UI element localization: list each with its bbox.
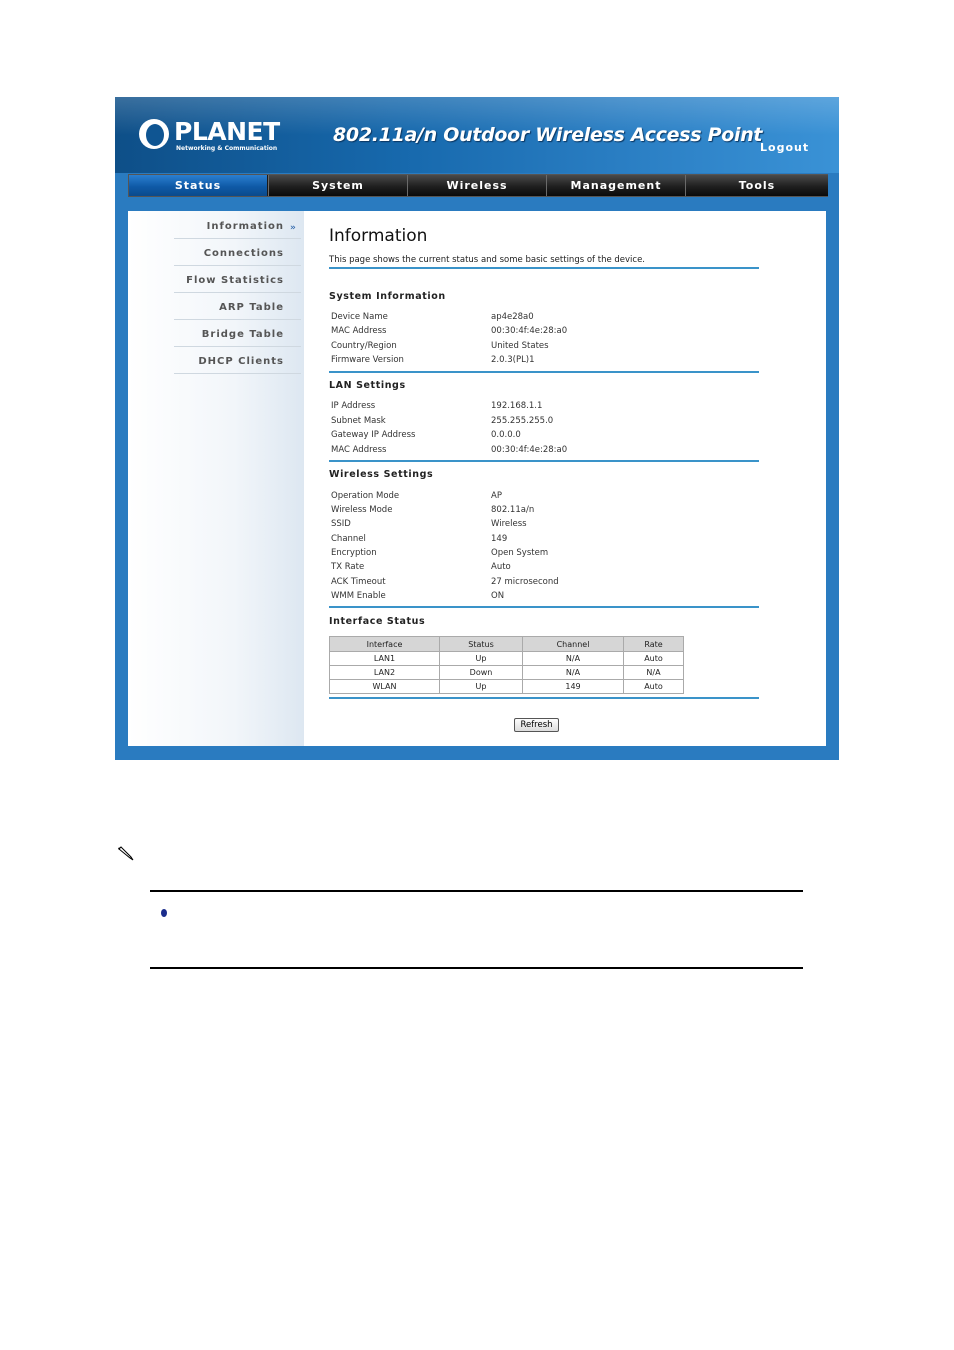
info-label: Gateway IP Address <box>331 430 416 440</box>
table-cell: 149 <box>522 679 624 694</box>
interface-status-heading: Interface Status <box>329 616 426 627</box>
table-cell: Down <box>439 665 523 680</box>
sidebar-item-flow-statistics[interactable]: Flow Statistics <box>154 275 284 286</box>
table-cell: N/A <box>623 665 684 680</box>
table-row: LAN2 Down N/A N/A <box>329 665 684 680</box>
info-value: ON <box>491 591 505 601</box>
tab-wireless[interactable]: Wireless <box>407 175 546 196</box>
table-row: LAN1 Up N/A Auto <box>329 651 684 666</box>
column-header: Rate <box>623 636 684 652</box>
main-nav: Status System Wireless Management Tools <box>128 174 828 197</box>
section-rule <box>329 371 759 373</box>
info-label: Device Name <box>331 312 388 322</box>
brand-name: PLANET <box>174 117 280 146</box>
section-rule <box>329 267 759 269</box>
table-cell: N/A <box>522 651 624 666</box>
page-description: This page shows the current status and s… <box>329 255 646 265</box>
tab-tools[interactable]: Tools <box>685 175 828 196</box>
active-arrow-icon: » <box>290 223 296 233</box>
info-value: ap4e28a0 <box>491 312 534 322</box>
table-cell: LAN1 <box>329 651 440 666</box>
planet-logo: PLANET Networking & Communication <box>139 117 280 157</box>
info-value: 149 <box>491 534 508 544</box>
note-divider-top <box>150 890 803 892</box>
tab-management[interactable]: Management <box>546 175 685 196</box>
table-cell: N/A <box>522 665 624 680</box>
table-header-row: Interface Status Channel Rate <box>329 636 684 652</box>
column-header: Channel <box>522 636 624 652</box>
info-label: MAC Address <box>331 445 387 455</box>
sidebar-divider <box>174 238 301 239</box>
tab-status[interactable]: Status <box>129 175 267 196</box>
main-panel: Information » Connections Flow Statistic… <box>128 211 826 746</box>
brand-tagline: Networking & Communication <box>176 145 278 152</box>
sidebar: Information » Connections Flow Statistic… <box>128 211 304 746</box>
info-value: 802.11a/n <box>491 505 535 515</box>
info-value: 00:30:4f:4e:28:a0 <box>491 326 568 336</box>
info-value: 192.168.1.1 <box>491 401 543 411</box>
sidebar-divider <box>174 346 301 347</box>
info-value: United States <box>491 341 549 351</box>
info-value: 2.0.3(PL)1 <box>491 355 535 365</box>
sidebar-item-bridge-table[interactable]: Bridge Table <box>154 329 284 340</box>
product-title: 802.11a/n Outdoor Wireless Access Point <box>333 124 763 146</box>
planet-logo-icon <box>139 119 169 149</box>
info-value: Wireless <box>491 519 527 529</box>
info-label: Country/Region <box>331 341 397 351</box>
info-value: Open System <box>491 548 549 558</box>
column-header: Interface <box>329 636 440 652</box>
header-banner: PLANET Networking & Communication 802.11… <box>115 97 839 173</box>
table-row: WLAN Up 149 Auto <box>329 679 684 694</box>
info-label: Firmware Version <box>331 355 404 365</box>
logout-link[interactable]: Logout <box>760 141 809 154</box>
table-cell: WLAN <box>329 679 440 694</box>
refresh-button[interactable]: Refresh <box>514 718 559 732</box>
info-label: Encryption <box>331 548 377 558</box>
info-label: Channel <box>331 534 366 544</box>
section-rule <box>329 697 759 699</box>
sidebar-item-connections[interactable]: Connections <box>154 248 284 259</box>
system-info-heading: System Information <box>329 291 446 302</box>
table-cell: Up <box>439 679 523 694</box>
info-label: Operation Mode <box>331 491 400 501</box>
info-label: Subnet Mask <box>331 416 386 426</box>
info-label: ACK Timeout <box>331 577 386 587</box>
router-admin-window: PLANET Networking & Communication 802.11… <box>115 97 839 760</box>
section-rule <box>329 460 759 462</box>
note-divider-bottom <box>150 967 803 969</box>
sidebar-item-arp-table[interactable]: ARP Table <box>154 302 284 313</box>
lan-settings-heading: LAN Settings <box>329 380 406 391</box>
section-rule <box>329 606 759 608</box>
sidebar-item-dhcp-clients[interactable]: DHCP Clients <box>154 356 284 367</box>
page-title: Information <box>329 226 428 246</box>
info-value: AP <box>491 491 502 501</box>
sidebar-divider <box>174 373 301 374</box>
table-cell: Auto <box>623 679 684 694</box>
info-value: 0.0.0.0 <box>491 430 521 440</box>
info-value: 27 microsecond <box>491 577 559 587</box>
column-header: Status <box>439 636 523 652</box>
info-value: 00:30:4f:4e:28:a0 <box>491 445 568 455</box>
pencil-icon <box>118 846 134 861</box>
interface-status-table: Interface Status Channel Rate LAN1 Up N/… <box>329 636 684 694</box>
sidebar-divider <box>174 292 301 293</box>
sidebar-item-information[interactable]: Information <box>154 221 284 232</box>
bullet-icon <box>161 909 167 917</box>
wireless-settings-heading: Wireless Settings <box>329 469 434 480</box>
info-label: WMM Enable <box>331 591 386 601</box>
info-label: SSID <box>331 519 351 529</box>
info-label: Wireless Mode <box>331 505 393 515</box>
tab-system[interactable]: System <box>268 175 407 196</box>
info-label: MAC Address <box>331 326 387 336</box>
info-label: IP Address <box>331 401 376 411</box>
sidebar-divider <box>174 319 301 320</box>
table-cell: Up <box>439 651 523 666</box>
info-value: 255.255.255.0 <box>491 416 554 426</box>
info-value: Auto <box>491 562 511 572</box>
info-label: TX Rate <box>331 562 365 572</box>
sidebar-divider <box>174 265 301 266</box>
table-cell: Auto <box>623 651 684 666</box>
table-cell: LAN2 <box>329 665 440 680</box>
